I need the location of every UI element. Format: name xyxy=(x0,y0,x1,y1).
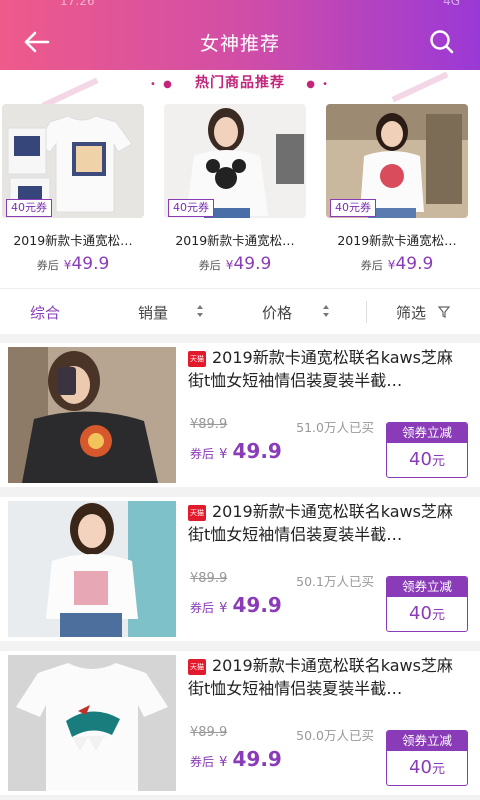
product-name: 2019新款卡通宽松… xyxy=(175,233,295,248)
coupon-tag: 40元券 xyxy=(6,199,52,217)
original-price: ¥89.9 xyxy=(190,725,228,740)
sales-count: 51.0万人已买 xyxy=(296,420,374,435)
currency-symbol: ¥ xyxy=(219,447,228,462)
status-bar: 17:26 4G xyxy=(0,0,480,14)
product-image xyxy=(8,501,176,637)
coupon-unit: 元 xyxy=(431,762,445,777)
product-price: 券后 ¥49.9 xyxy=(164,254,306,274)
product-list-item[interactable]: 天猫 2019新款卡通宽松联名kaws芝麻街t恤女短袖情侣装夏装半截… ¥89.… xyxy=(0,343,480,487)
original-price: ¥89.9 xyxy=(190,571,228,586)
divider xyxy=(366,301,367,323)
sales-count: 50.1万人已买 xyxy=(296,574,374,589)
product-name: 2019新款卡通宽松… xyxy=(337,233,457,248)
status-signal: 4G xyxy=(443,0,460,8)
search-button[interactable] xyxy=(428,28,456,56)
price-value: 49.9 xyxy=(232,593,282,617)
coupon-tag: 40元券 xyxy=(168,199,214,217)
filter-button[interactable]: 筛选 xyxy=(396,302,426,323)
get-coupon-button[interactable]: 领券立减 40元 xyxy=(386,576,468,632)
sales-count: 50.0万人已买 xyxy=(296,728,374,743)
product-name: 2019新款卡通宽松… xyxy=(13,233,133,248)
coupon-amount: 40元 xyxy=(387,597,467,631)
currency-symbol: ¥ xyxy=(219,755,228,770)
product-title: 2019新款卡通宽松联名kaws芝麻街t恤女短袖情侣装夏装半截… xyxy=(188,656,453,698)
coupon-amount-value: 40 xyxy=(409,757,432,778)
price-value: 49.9 xyxy=(233,254,272,274)
price-label: 券后 xyxy=(190,601,215,615)
coupon-label: 领券立减 xyxy=(387,423,467,443)
top-bar: 17:26 4G 女神推荐 xyxy=(0,0,480,70)
sort-price-tab[interactable]: 价格 xyxy=(262,302,292,323)
price-value: 49.9 xyxy=(71,254,110,274)
hot-product-card[interactable]: 40元券 2019新款卡通宽松… 券后 ¥49.9 xyxy=(2,104,144,284)
price-label: 券后 xyxy=(190,755,215,769)
price-value: 49.9 xyxy=(232,439,282,463)
get-coupon-button[interactable]: 领券立减 40元 xyxy=(386,730,468,786)
product-image xyxy=(8,347,176,483)
coupon-unit: 元 xyxy=(431,454,445,469)
sort-comprehensive-tab[interactable]: 综合 xyxy=(30,302,60,323)
coupon-tag: 40元券 xyxy=(330,199,376,217)
hot-product-card[interactable]: 40元券 2019新款卡通宽松… 券后 ¥49.9 xyxy=(326,104,468,284)
price-value: 49.9 xyxy=(232,747,282,771)
coupon-amount: 40元 xyxy=(387,443,467,477)
hot-products-section: • ● 热门商品推荐 ● • 40元券 2019新款卡通宽松… 券后 ¥49.9 xyxy=(0,70,480,288)
currency-symbol: ¥ xyxy=(219,601,228,616)
hot-section-title: 热门商品推荐 xyxy=(195,75,285,91)
original-price: ¥89.9 xyxy=(190,417,228,432)
page-title: 女神推荐 xyxy=(199,33,280,55)
status-time: 17:26 xyxy=(60,0,95,8)
search-icon xyxy=(430,30,454,54)
coupon-unit: 元 xyxy=(431,608,445,623)
navigation-bar: 女神推荐 xyxy=(0,14,480,70)
price-label: 券后 xyxy=(36,259,59,272)
hot-product-card[interactable]: 40元券 2019新款卡通宽松… 券后 ¥49.9 xyxy=(164,104,306,284)
coupon-label: 领券立减 xyxy=(387,577,467,597)
product-title: 2019新款卡通宽松联名kaws芝麻街t恤女短袖情侣装夏装半截… xyxy=(188,348,453,390)
coupon-amount-value: 40 xyxy=(409,449,432,470)
price-value: 49.9 xyxy=(395,254,434,274)
price-label: 券后 xyxy=(190,447,215,461)
price-label: 券后 xyxy=(198,259,221,272)
final-price: 券后 ¥ 49.9 xyxy=(190,439,282,463)
product-price: 券后 ¥49.9 xyxy=(326,254,468,274)
price-label: 券后 xyxy=(360,259,383,272)
product-title: 2019新款卡通宽松联名kaws芝麻街t恤女短袖情侣装夏装半截… xyxy=(188,502,453,544)
sort-arrows-icon xyxy=(323,305,329,317)
product-list-item[interactable]: 天猫 2019新款卡通宽松联名kaws芝麻街t恤女短袖情侣装夏装半截… ¥89.… xyxy=(0,497,480,641)
sort-filter-bar: 综合 销量 价格 筛选 xyxy=(0,288,480,334)
get-coupon-button[interactable]: 领券立减 40元 xyxy=(386,422,468,478)
coupon-label: 领券立减 xyxy=(387,731,467,751)
product-list-item[interactable]: 天猫 2019新款卡通宽松联名kaws芝麻街t恤女短袖情侣装夏装半截… ¥89.… xyxy=(0,651,480,795)
coupon-amount-value: 40 xyxy=(409,603,432,624)
final-price: 券后 ¥ 49.9 xyxy=(190,747,282,771)
final-price: 券后 ¥ 49.9 xyxy=(190,593,282,617)
sort-sales-tab[interactable]: 销量 xyxy=(138,302,168,323)
product-price: 券后 ¥49.9 xyxy=(2,254,144,274)
coupon-amount: 40元 xyxy=(387,751,467,785)
product-image xyxy=(8,655,176,791)
title-dots-right: ● • xyxy=(306,79,330,90)
sort-arrows-icon xyxy=(197,305,203,317)
filter-funnel-icon xyxy=(438,306,450,318)
